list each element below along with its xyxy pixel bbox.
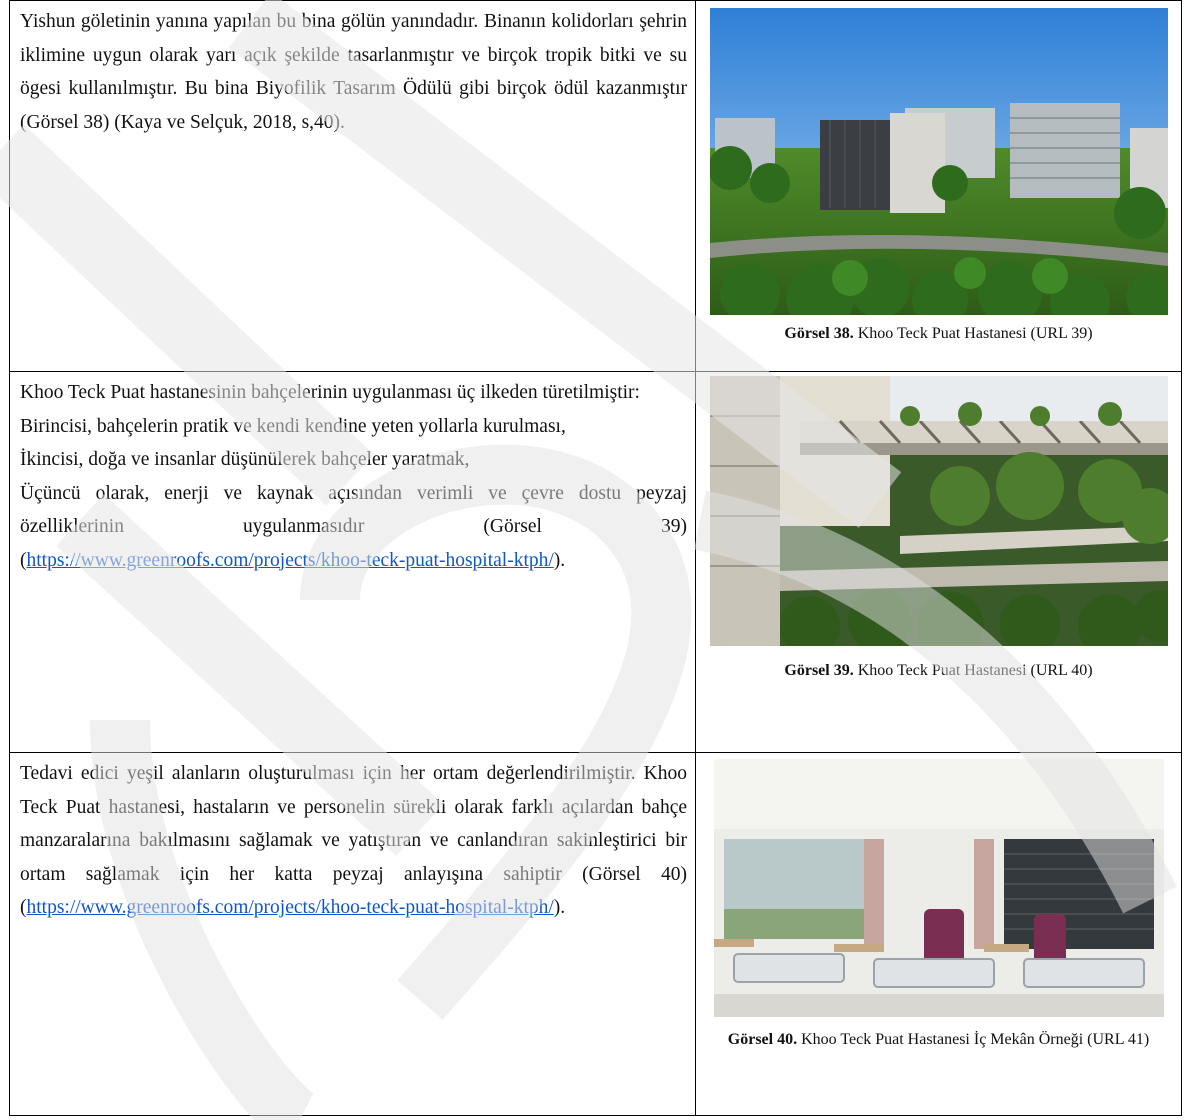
content-table: Yishun göletinin yanına yapılan bu bina … [9,0,1182,1116]
paragraph-text: Üçüncü olarak, enerji ve kaynak açısında… [20,482,687,538]
link-close-paren: ). [553,897,566,918]
figure-caption: Görsel 39. Khoo Teck Puat Hastanesi (URL… [696,646,1181,681]
figure-caption: Görsel 38. Khoo Teck Puat Hastanesi (URL… [696,315,1181,344]
caption-label: Görsel 40. [727,1031,798,1048]
figure-caption: Görsel 40. Khoo Teck Puat Hastanesi İç M… [696,1017,1181,1050]
caption-label: Görsel 38. [784,325,854,342]
paragraph-line: İkincisi, doğa ve insanlar düşünülerek b… [20,449,470,470]
image-cell: Görsel 38. Khoo Teck Puat Hastanesi (URL… [695,0,1182,372]
text-cell: Khoo Teck Puat hastanesinin bahçelerinin… [9,371,696,753]
hospital-garden-photo [709,376,1168,646]
paragraph: Khoo Teck Puat hastanesinin bahçelerinin… [10,372,695,577]
table-row: Khoo Teck Puat hastanesinin bahçelerinin… [9,371,1182,753]
paragraph: Tedavi edici yeşil alanların oluşturulma… [10,753,695,925]
table-row: Tedavi edici yeşil alanların oluşturulma… [9,752,1182,1116]
image-cell: Görsel 40. Khoo Teck Puat Hastanesi İç M… [695,752,1182,1116]
text-cell: Yishun göletinin yanına yapılan bu bina … [9,0,696,372]
caption-text: Khoo Teck Puat Hastanesi (URL 40) [853,662,1093,679]
paragraph-line: Khoo Teck Puat hastanesinin bahçelerinin… [20,382,640,403]
hospital-ward-interior-photo [713,759,1164,1017]
source-link[interactable]: https://www.greenroofs.com/projects/khoo… [27,897,554,918]
paragraph: Yishun göletinin yanına yapılan bu bina … [20,11,687,133]
image-cell: Görsel 39. Khoo Teck Puat Hastanesi (URL… [695,371,1182,753]
hospital-exterior-photo [709,8,1168,315]
caption-text: Khoo Teck Puat Hastanesi (URL 39) [853,325,1093,342]
caption-text: Khoo Teck Puat Hastanesi İç Mekân Örneği… [797,1031,1150,1048]
caption-label: Görsel 39. [784,662,854,679]
paragraph-text: Tedavi edici yeşil alanların oluşturulma… [20,763,687,885]
paragraph-line: Üçüncü olarak, enerji ve kaynak açısında… [20,477,687,578]
source-link[interactable]: https://www.greenroofs.com/projects/khoo… [27,550,554,571]
paragraph-line: Birincisi, bahçelerin pratik ve kendi ke… [20,415,566,437]
document-page: Yishun göletinin yanına yapılan bu bina … [0,0,1187,1120]
text-cell: Tedavi edici yeşil alanların oluşturulma… [9,752,696,1116]
link-close-paren: ). [553,549,566,571]
table-row: Yishun göletinin yanına yapılan bu bina … [9,0,1182,372]
